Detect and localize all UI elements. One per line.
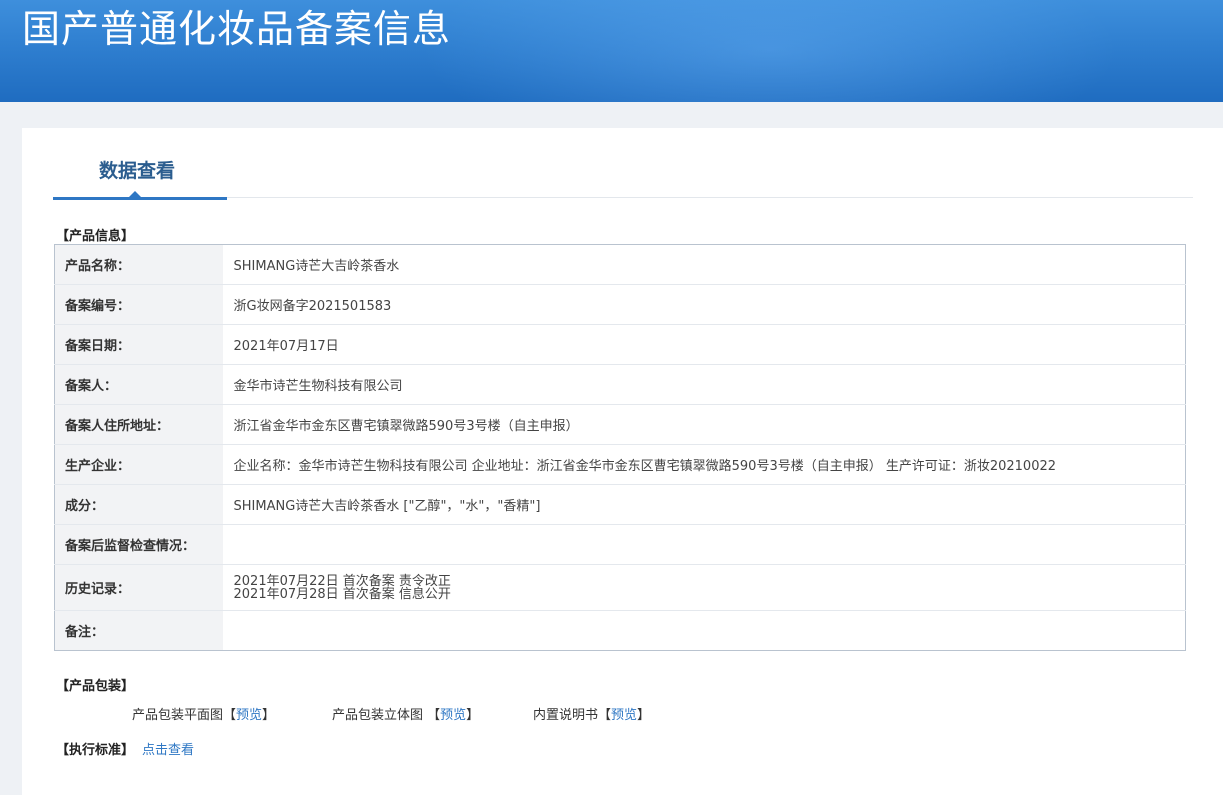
table-row: 备注： [54,610,1186,651]
row-label: 备注： [54,610,223,651]
history-entry: 2021年07月22日 首次备案 责令改正 [233,573,451,589]
table-row: 备案人住所地址： 浙江省金华市金东区曹宅镇翠微路590号3号楼（自主申报） [54,404,1186,445]
table-row: 备案编号： 浙G妆网备字2021501583 [54,284,1186,325]
preview-link-manual[interactable]: 预览 [611,708,637,723]
tab-label: 数据查看 [99,160,176,182]
table-row: 备案后监督检查情况： [54,524,1186,565]
ingredients-value: SHIMANG诗芒大吉岭茶香水 ["乙醇"，"水"，"香精"] [222,484,1186,525]
table-row: 成分： SHIMANG诗芒大吉岭茶香水 ["乙醇"，"水"，"香精"] [54,484,1186,525]
table-row: 历史记录： 2021年07月22日 首次备案 责令改正 2021年07月28日 … [54,564,1186,611]
tab-bar: 数据查看 [53,128,1223,200]
tab-caret-icon [129,191,141,197]
packaging-label: 产品包装立体图 【 [332,708,441,723]
bracket-close: 】 [262,708,276,723]
row-label: 备案人住所地址： [54,404,223,445]
view-standard-link[interactable]: 点击查看 [142,739,194,758]
row-label: 备案编号： [54,284,223,325]
packaging-label: 产品包装平面图【 [132,708,237,723]
table-row: 备案日期： 2021年07月17日 [54,324,1186,365]
packaging-item-flat: 产品包装平面图【预览】 [132,704,275,723]
row-label: 生产企业： [54,444,223,485]
banner-decoration [420,0,1120,102]
row-label: 备案人： [54,364,223,405]
row-label: 成分： [54,484,223,525]
note-value [223,611,1186,651]
tab-data-view[interactable]: 数据查看 [53,152,227,200]
table-row: 生产企业： 企业名称：金华市诗芒生物科技有限公司 企业地址：浙江省金华市金东区曹… [54,444,1186,485]
section-title-standard: 【执行标准】 [56,743,135,758]
filer-address-value: 浙江省金华市金东区曹宅镇翠微路590号3号楼（自主申报） [222,404,1186,445]
product-name-value: SHIMANG诗芒大吉岭茶香水 [222,244,1186,285]
history-value: 2021年07月22日 首次备案 责令改正 2021年07月28日 首次备案 信… [222,564,1186,611]
preview-link-3d[interactable]: 预览 [440,708,466,723]
filer-value: 金华市诗芒生物科技有限公司 [222,364,1186,405]
table-row: 产品名称： SHIMANG诗芒大吉岭茶香水 [54,244,1186,285]
tab-active-underline [53,197,227,200]
content-card: 数据查看 【产品信息】 产品名称： SHIMANG诗芒大吉岭茶香水 备案编号： … [22,128,1223,795]
row-label: 备案日期： [54,324,223,365]
header-banner: 国产普通化妆品备案信息 [0,0,1223,102]
preview-link-flat[interactable]: 预览 [236,708,262,723]
bracket-close: 】 [637,708,651,723]
supervision-value [222,524,1186,565]
section-title-packaging: 【产品包装】 [56,679,135,694]
packaging-item-manual: 内置说明书【预览】 [533,704,650,723]
table-row: 备案人： 金华市诗芒生物科技有限公司 [54,364,1186,405]
section-title-product-info: 【产品信息】 [56,229,135,244]
bracket-close: 】 [466,708,480,723]
row-label: 备案后监督检查情况： [54,524,223,565]
filing-number-value: 浙G妆网备字2021501583 [222,284,1186,325]
row-label: 产品名称： [54,244,223,285]
history-entry: 2021年07月28日 首次备案 信息公开 [233,586,451,602]
row-label: 历史记录： [54,564,223,611]
filing-date-value: 2021年07月17日 [222,324,1186,365]
packaging-label: 内置说明书【 [533,708,612,723]
page-title: 国产普通化妆品备案信息 [22,7,452,51]
manufacturer-value: 企业名称：金华市诗芒生物科技有限公司 企业地址：浙江省金华市金东区曹宅镇翠微路5… [222,444,1186,485]
product-info-table: 产品名称： SHIMANG诗芒大吉岭茶香水 备案编号： 浙G妆网备字202150… [54,244,1186,651]
packaging-item-3d: 产品包装立体图 【预览】 [332,704,479,723]
